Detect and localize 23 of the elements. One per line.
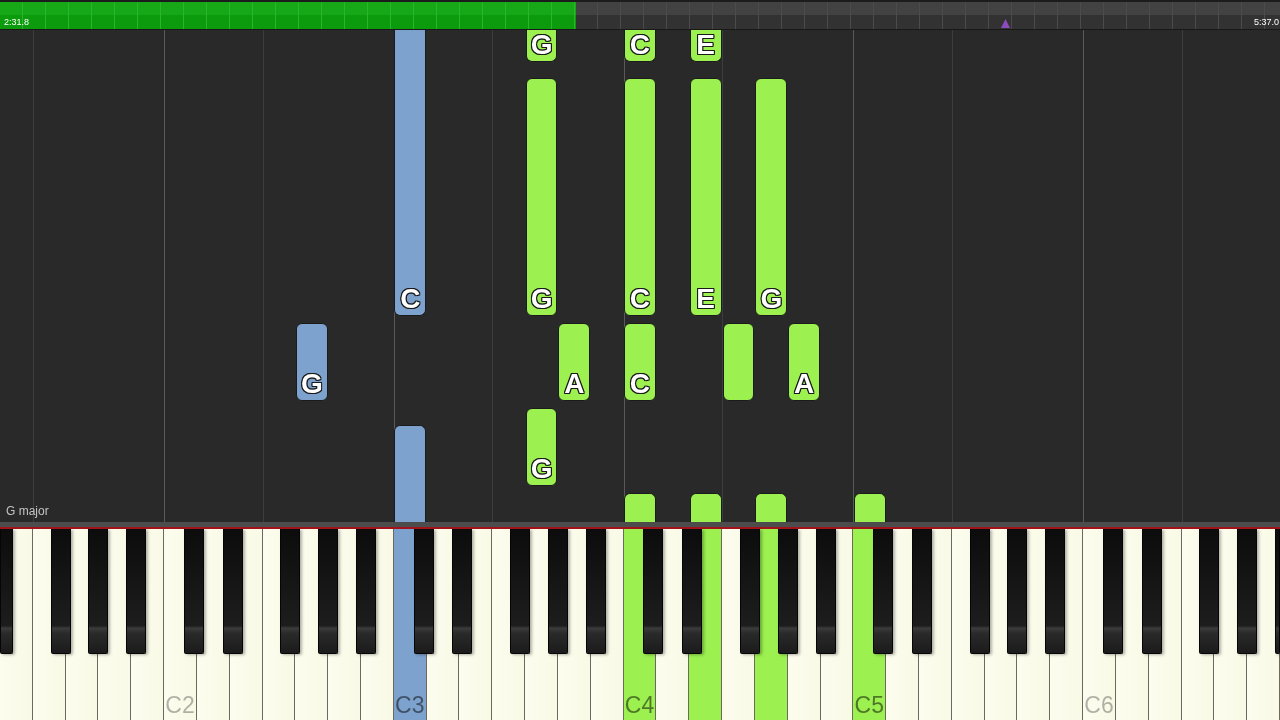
note-label: G <box>530 455 553 483</box>
key-label: C2 <box>165 694 195 717</box>
key-label: C6 <box>1084 694 1114 717</box>
note-label: G <box>760 285 783 313</box>
total-time: 5:37.0 <box>1253 17 1279 27</box>
note-label: A <box>564 370 585 398</box>
note-label: G <box>530 285 553 313</box>
key-label: C5 <box>854 694 884 717</box>
note-label: C <box>629 370 651 398</box>
key-signature-label: G major <box>6 504 49 518</box>
note-label: C <box>400 285 421 313</box>
elapsed-time: 2:31.8 <box>4 17 30 27</box>
progress-bar[interactable]: 2:31.8 5:37.0 <box>0 0 1280 30</box>
note-label: C <box>629 285 651 313</box>
note-label: E <box>696 31 715 59</box>
key-label: C4 <box>624 694 655 717</box>
key-label: C3 <box>395 694 425 717</box>
note-label: C <box>629 31 651 59</box>
triangle-marker-icon <box>1000 19 1010 28</box>
note-label: G <box>530 31 553 59</box>
note-label: G <box>300 370 323 398</box>
note-label: A <box>793 370 815 398</box>
note-label: E <box>696 285 715 313</box>
